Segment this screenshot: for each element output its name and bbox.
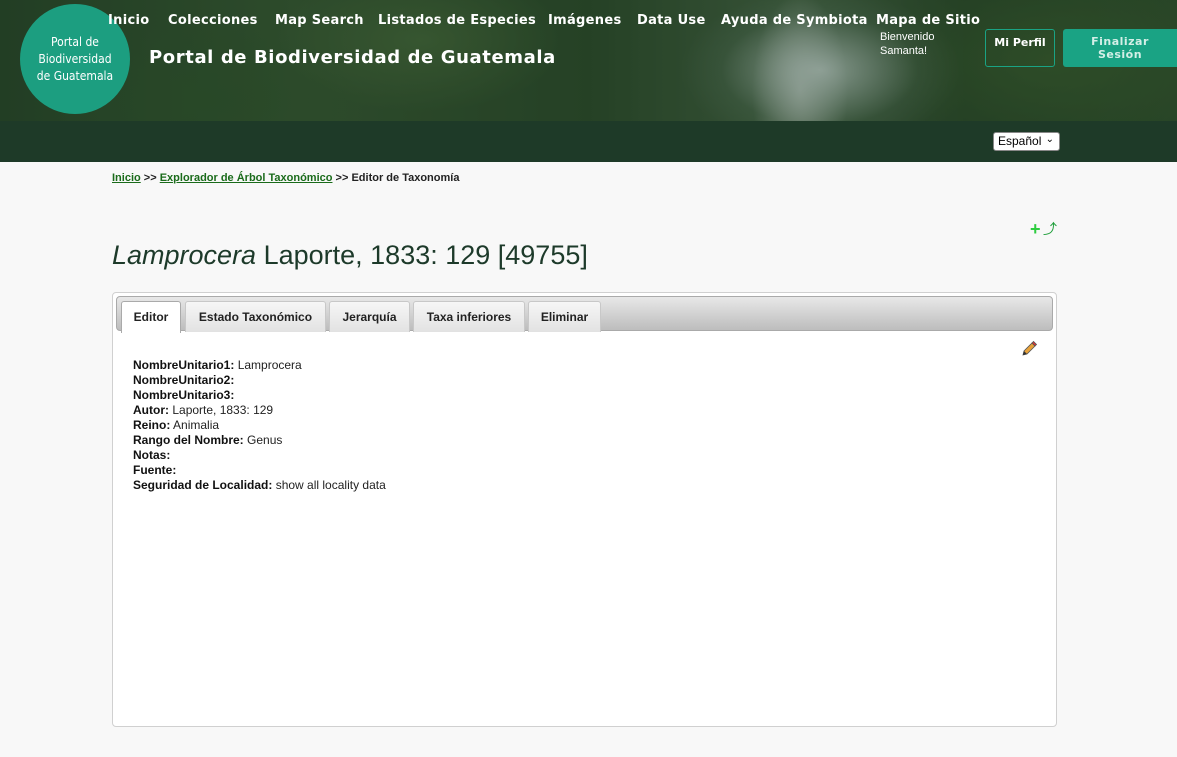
field-value: Lamprocera [237,358,302,372]
taxon-author: Laporte, 1833: 129 [49755] [256,240,588,270]
tab-jerarquia[interactable]: Jerarquía [329,301,410,332]
logout-button[interactable]: Finalizar Sesión [1063,29,1177,67]
breadcrumb: Inicio >> Explorador de Árbol Taxonómico… [112,172,459,184]
pencil-icon[interactable] [1020,340,1038,358]
logo-text: Portal de Biodiversidad de Guatemala [36,34,114,83]
plus-icon[interactable]: + [1030,220,1041,238]
site-title: Portal de Biodiversidad de Guatemala [149,47,556,68]
field-value: Animalia [173,418,220,432]
nav-item-data-use[interactable]: Data Use [637,13,706,28]
welcome-message: Bienvenido Samanta! [880,30,934,58]
nav-item-mapa-sitio[interactable]: Mapa de Sitio [876,13,980,28]
field-row: NombreUnitario2: [133,373,386,388]
taxon-name: Lamprocera [112,240,257,270]
tab-estado-taxonomico[interactable]: Estado Taxonómico [185,301,326,332]
field-label: Reino: [133,418,171,432]
field-label: Autor: [133,403,169,417]
breadcrumb-home-link[interactable]: Inicio [112,172,141,184]
field-value: Genus [247,433,283,447]
field-label: NombreUnitario1: [133,358,235,372]
nav-item-colecciones[interactable]: Colecciones [168,13,258,28]
nav-item-map-search[interactable]: Map Search [275,13,364,28]
tab-bar: Editor Estado Taxonómico Jerarquía Taxa … [116,296,1053,333]
field-row: NombreUnitario3: [133,388,386,403]
language-value: Español [998,134,1042,148]
nav-item-imagenes[interactable]: Imágenes [548,13,622,28]
field-row: NombreUnitario1: Lamprocera [133,358,386,373]
nav-item-listados[interactable]: Listados de Especies [378,13,536,28]
taxon-tools: + ⤴ [1030,220,1060,238]
field-label: Notas: [133,448,171,462]
field-label: Seguridad de Localidad: [133,478,273,492]
arrow-up-icon[interactable]: ⤴ [1043,220,1057,238]
page-title: Lamprocera Laporte, 1833: 129 [49755] [112,240,588,271]
field-value: show all locality data [275,478,386,492]
breadcrumb-explorer-link[interactable]: Explorador de Árbol Taxonómico [160,172,333,184]
field-label: Fuente: [133,463,177,477]
nav-item-ayuda[interactable]: Ayuda de Symbiota [721,13,868,28]
field-row: Notas: [133,448,386,463]
tab-taxa-inferiores[interactable]: Taxa inferiores [413,301,525,332]
language-select[interactable]: Español ⌄ [993,132,1060,151]
welcome-line-2: Samanta! [880,45,928,57]
tab-editor[interactable]: Editor [121,301,181,333]
breadcrumb-separator: >> [335,172,349,184]
logout-label: Finalizar Sesión [1091,35,1149,61]
tab-eliminar[interactable]: Eliminar [528,301,601,332]
field-row: Seguridad de Localidad: show all localit… [133,478,386,493]
welcome-line-1: Bienvenido [880,31,935,43]
breadcrumb-current: Editor de Taxonomía [351,172,460,184]
field-row: Reino: Animalia [133,418,386,433]
my-profile-button[interactable]: Mi Perfil [985,29,1055,67]
field-row: Autor: Laporte, 1833: 129 [133,403,386,418]
breadcrumb-separator: >> [143,172,157,184]
chevron-down-icon: ⌄ [1045,134,1054,145]
field-row: Fuente: [133,463,386,478]
field-label: NombreUnitario2: [133,373,235,387]
taxon-fields: NombreUnitario1: Lamprocera NombreUnitar… [133,358,386,493]
field-label: Rango del Nombre: [133,433,244,447]
nav-item-inicio[interactable]: Inicio [108,13,149,28]
field-label: NombreUnitario3: [133,388,235,402]
field-row: Rango del Nombre: Genus [133,433,386,448]
field-value: Laporte, 1833: 129 [172,403,274,417]
